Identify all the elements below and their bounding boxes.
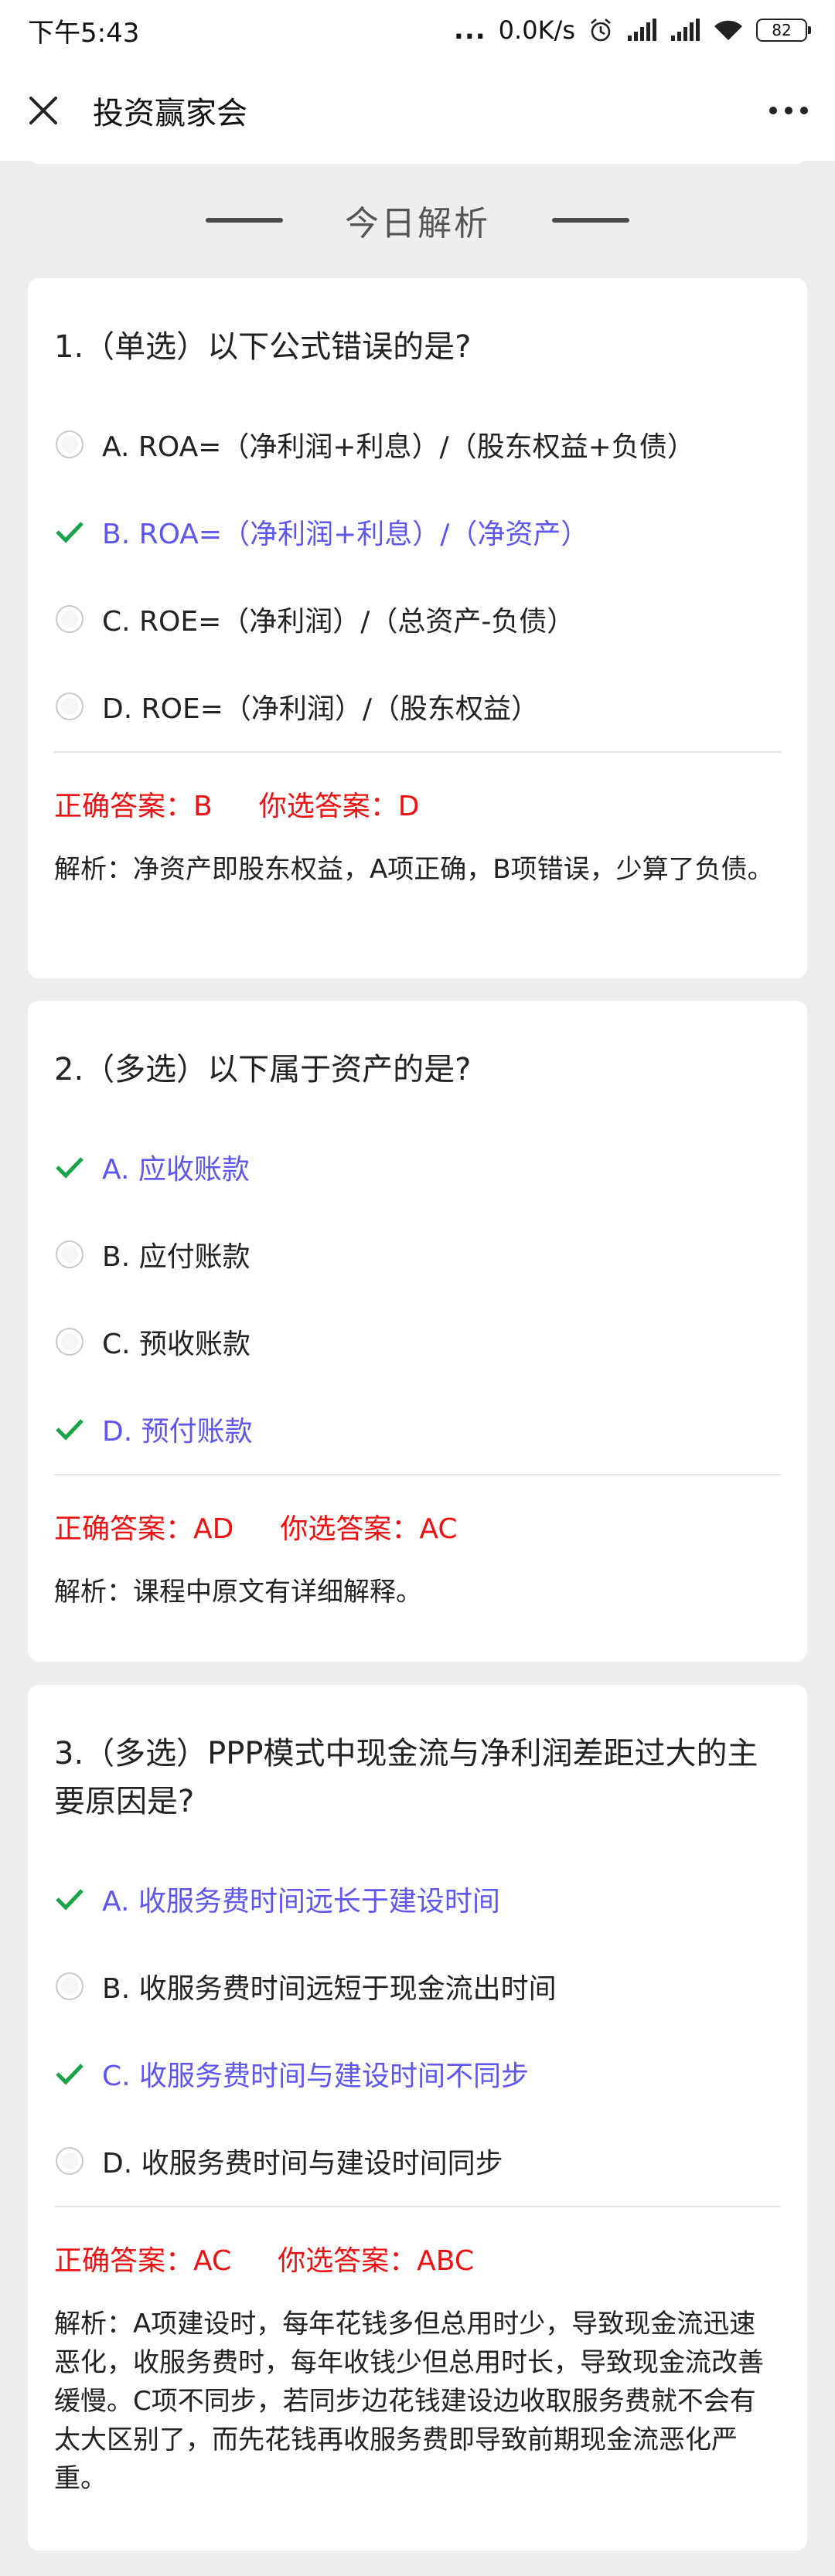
option-list: A. 收服务费时间远长于建设时间 B. 收服务费时间远短于现金流出时间 C. 收… bbox=[54, 1855, 781, 2204]
question-title: 3.（多选）PPP模式中现金流与净利润差距过大的主要原因是? bbox=[54, 1736, 758, 1819]
question-title: 1.（单选）以下公式错误的是? bbox=[54, 329, 472, 365]
radio-icon bbox=[54, 1239, 85, 1270]
option-label: C. 预收账款 bbox=[102, 1328, 251, 1360]
question-card-2: 2.（多选）以下属于资产的是? A. 应收账款 B. 应付账款 C. 预收账款 … bbox=[28, 1001, 807, 1662]
check-icon bbox=[54, 1414, 85, 1445]
option-b[interactable]: B. ROA=（净利润+利息）/（净资产） bbox=[54, 488, 781, 575]
signal-icon bbox=[626, 19, 657, 42]
option-label: A. 收服务费时间远长于建设时间 bbox=[102, 1885, 500, 1918]
radio-icon bbox=[54, 2146, 85, 2176]
divider bbox=[54, 2206, 781, 2207]
question-card-1: 1.（单选）以下公式错误的是? A. ROA=（净利润+利息）/（股东权益+负债… bbox=[28, 278, 807, 978]
section-line-right bbox=[552, 218, 629, 223]
option-label: C. 收服务费时间与建设时间不同步 bbox=[102, 2060, 530, 2092]
page-title: 投资赢家会 bbox=[93, 96, 247, 131]
answer-row: 正确答案：B 你选答案：D bbox=[54, 784, 781, 830]
correct-answer: 正确答案：AC bbox=[54, 2245, 232, 2277]
previous-card-edge bbox=[28, 148, 807, 164]
nav-bar: 投资赢家会 bbox=[0, 60, 835, 161]
option-d[interactable]: D. ROE=（净利润）/（股东权益） bbox=[54, 662, 781, 750]
status-bar: 下午5:43 ... 0.0K/s 82 bbox=[0, 0, 835, 60]
explanation: 解析：课程中原文有详细解释。 bbox=[54, 1577, 422, 1608]
correct-answer: 正确答案：B bbox=[54, 791, 213, 822]
option-list: A. ROA=（净利润+利息）/（股东权益+负债） B. ROA=（净利润+利息… bbox=[54, 400, 781, 750]
option-c[interactable]: C. ROE=（净利润）/（总资产-负债） bbox=[54, 575, 781, 662]
option-label: D. 预付账款 bbox=[102, 1415, 253, 1448]
your-answer: 你选答案：AC bbox=[280, 1513, 458, 1545]
check-icon bbox=[54, 1884, 85, 1914]
radio-icon bbox=[54, 604, 85, 635]
wifi-icon bbox=[713, 19, 744, 42]
status-right: ... 0.0K/s 82 bbox=[453, 15, 811, 46]
option-d[interactable]: D. 收服务费时间与建设时间同步 bbox=[54, 2117, 781, 2204]
option-a[interactable]: A. ROA=（净利润+利息）/（股东权益+负债） bbox=[54, 400, 781, 488]
alarm-icon bbox=[588, 17, 614, 43]
option-a[interactable]: A. 收服务费时间远长于建设时间 bbox=[54, 1855, 781, 1942]
status-time: 下午5:43 bbox=[28, 17, 140, 49]
section-title: 今日解析 bbox=[345, 204, 490, 243]
radio-icon bbox=[54, 1971, 85, 2002]
option-label: C. ROE=（净利润）/（总资产-负债） bbox=[102, 605, 575, 638]
option-d[interactable]: D. 预付账款 bbox=[54, 1385, 781, 1472]
option-c[interactable]: C. 预收账款 bbox=[54, 1298, 781, 1385]
option-label: A. 应收账款 bbox=[102, 1153, 250, 1186]
option-a[interactable]: A. 应收账款 bbox=[54, 1123, 781, 1210]
divider bbox=[54, 1474, 781, 1475]
option-label: D. ROE=（净利润）/（股东权益） bbox=[102, 692, 539, 725]
network-speed: 0.0K/s bbox=[498, 15, 575, 45]
check-icon bbox=[54, 1152, 85, 1183]
close-icon[interactable] bbox=[25, 92, 62, 129]
option-c[interactable]: C. 收服务费时间与建设时间不同步 bbox=[54, 2030, 781, 2117]
check-icon bbox=[54, 516, 85, 547]
battery-icon: 82 bbox=[756, 19, 811, 42]
option-b[interactable]: B. 收服务费时间远短于现金流出时间 bbox=[54, 1942, 781, 2030]
explanation: 解析：A项建设时，每年花钱多但总用时少，导致现金流迅速恶化，收服务费时，每年收钱… bbox=[54, 2309, 764, 2494]
question-card-3: 3.（多选）PPP模式中现金流与净利润差距过大的主要原因是? A. 收服务费时间… bbox=[28, 1685, 807, 2550]
option-label: D. 收服务费时间与建设时间同步 bbox=[102, 2147, 503, 2180]
option-label: B. ROA=（净利润+利息）/（净资产） bbox=[102, 518, 589, 550]
check-icon bbox=[54, 2058, 85, 2089]
section-line-left bbox=[206, 218, 283, 223]
option-label: B. 收服务费时间远短于现金流出时间 bbox=[102, 1972, 557, 2005]
option-list: A. 应收账款 B. 应付账款 C. 预收账款 D. 预付账款 bbox=[54, 1123, 781, 1472]
radio-icon bbox=[54, 691, 85, 722]
radio-icon bbox=[54, 429, 85, 460]
option-label: A. ROA=（净利润+利息）/（股东权益+负债） bbox=[102, 430, 695, 463]
answer-row: 正确答案：AC 你选答案：ABC bbox=[54, 2238, 781, 2285]
radio-icon bbox=[54, 1326, 85, 1357]
more-options-icon[interactable] bbox=[767, 92, 810, 129]
explanation: 解析：净资产即股东权益，A项正确，B项错误，少算了负债。 bbox=[54, 854, 774, 885]
option-label: B. 应付账款 bbox=[102, 1240, 250, 1273]
signal-icon-2 bbox=[670, 19, 700, 42]
your-answer: 你选答案：D bbox=[258, 791, 420, 822]
section-header: 今日解析 bbox=[0, 189, 835, 251]
your-answer: 你选答案：ABC bbox=[278, 2245, 474, 2277]
question-title: 2.（多选）以下属于资产的是? bbox=[54, 1052, 472, 1087]
option-b[interactable]: B. 应付账款 bbox=[54, 1210, 781, 1298]
answer-row: 正确答案：AD 你选答案：AC bbox=[54, 1506, 781, 1553]
more-dots-indicator: ... bbox=[453, 15, 486, 46]
divider bbox=[54, 751, 781, 753]
correct-answer: 正确答案：AD bbox=[54, 1513, 234, 1545]
